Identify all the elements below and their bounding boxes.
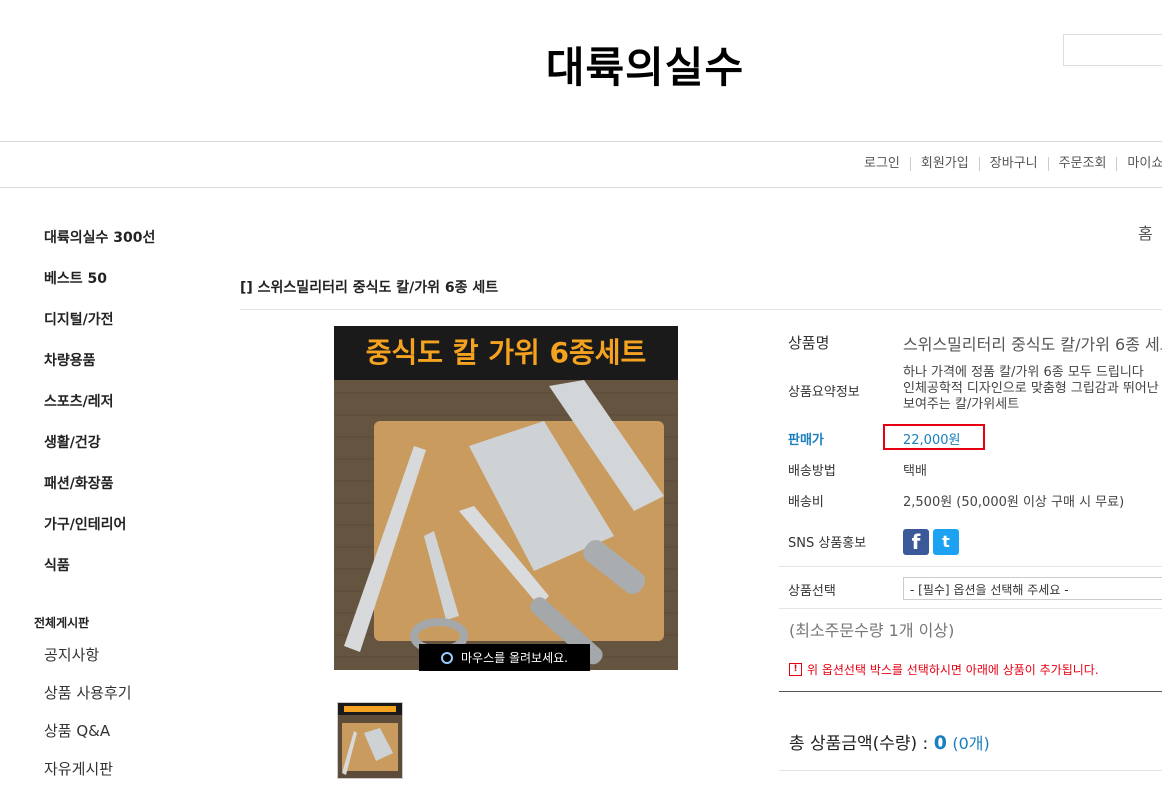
- label-price: 판매가: [788, 433, 824, 448]
- option-notice: ! 위 옵션선택 박스를 선택하시면 아래에 상품이 추가됩니다.: [789, 661, 1099, 678]
- product-name: 스위스밀리터리 중식도 칼/가위 6종 세트: [903, 335, 1162, 354]
- option-divider-bottom: [779, 608, 1162, 609]
- category-item[interactable]: 차량용품: [44, 350, 96, 370]
- nav-my-shopping[interactable]: 마이쇼핑: [1116, 157, 1162, 171]
- nav-join[interactable]: 회원가입: [909, 157, 979, 171]
- category-item[interactable]: 패션/화장품: [44, 473, 114, 493]
- knife-set-illustration: [334, 380, 678, 670]
- total-divider-top: [779, 691, 1162, 692]
- nav-divider: [0, 187, 1162, 188]
- category-item[interactable]: 대륙의실수 300선: [44, 227, 155, 247]
- nav-login[interactable]: 로그인: [854, 157, 910, 171]
- category-item[interactable]: 스포츠/레저: [44, 391, 114, 411]
- product-summary: 하나 가격에 정품 칼/가위 6종 모두 드립니다 인체공학적 디자인으로 맞춤…: [903, 365, 1159, 413]
- shipping-method: 택배: [903, 464, 927, 479]
- total-count: (0개): [952, 734, 990, 753]
- option-select[interactable]: - [필수] 옵션을 선택해 주세요 -: [903, 577, 1162, 600]
- label-shipping-method: 배송방법: [788, 464, 836, 479]
- sns-buttons: f t: [903, 529, 959, 555]
- zoom-tip-text: 마우스를 올려보세요.: [461, 651, 568, 665]
- top-nav: 로그인 회원가입 장바구니 주문조회 마이쇼핑: [854, 157, 1162, 171]
- total-label: 총 상품금액(수량) :: [789, 734, 929, 754]
- product-thumbnail[interactable]: [337, 702, 403, 779]
- nav-order-lookup[interactable]: 주문조회: [1047, 157, 1117, 171]
- category-item[interactable]: 베스트 50: [44, 268, 107, 288]
- site-logo[interactable]: 대륙의실수: [0, 34, 1162, 95]
- board-item[interactable]: 공지사항: [44, 644, 99, 665]
- label-option: 상품선택: [788, 584, 836, 599]
- top-nav-container: 로그인 회원가입 장바구니 주문조회 마이쇼핑: [850, 150, 1162, 180]
- label-summary: 상품요약정보: [788, 385, 860, 400]
- thumbnail-image: [338, 703, 402, 775]
- category-item[interactable]: 가구/인테리어: [44, 514, 126, 534]
- summary-line: 인체공학적 디자인으로 맞춤형 그립감과 뛰어난: [903, 381, 1159, 396]
- nav-cart[interactable]: 장바구니: [978, 157, 1048, 171]
- total-divider-bottom: [779, 770, 1162, 771]
- category-item[interactable]: 식품: [44, 555, 70, 575]
- label-shipping-fee: 배송비: [788, 495, 824, 510]
- exclamation-icon: !: [789, 663, 802, 676]
- facebook-icon[interactable]: f: [903, 529, 929, 555]
- board-item[interactable]: 상품 Q&A: [44, 720, 110, 741]
- board-section-title: 전체게시판: [34, 616, 90, 630]
- header-divider: [0, 141, 1162, 142]
- summary-line: 하나 가격에 정품 칼/가위 6종 모두 드립니다: [903, 365, 1144, 380]
- min-order-quantity: (최소주문수량 1개 이상): [789, 621, 955, 640]
- category-item[interactable]: 생활/건강: [44, 432, 101, 452]
- product-page-title: [] 스위스밀리터리 중식도 칼/가위 6종 세트: [240, 280, 499, 296]
- price-highlight-box: [883, 424, 985, 450]
- shipping-fee: 2,500원 (50,000원 이상 구매 시 무료): [903, 495, 1125, 510]
- board-item[interactable]: 상품 사용후기: [44, 682, 132, 703]
- search-input[interactable]: [1063, 34, 1162, 66]
- zoom-tip: 마우스를 올려보세요.: [419, 644, 590, 671]
- twitter-icon[interactable]: t: [933, 529, 959, 555]
- category-item[interactable]: 디지털/가전: [44, 309, 114, 329]
- label-product-name: 상품명: [788, 334, 830, 352]
- total-amount-row: 총 상품금액(수량) : 0 (0개): [789, 729, 990, 754]
- summary-line: 보여주는 칼/가위세트: [903, 397, 1020, 412]
- product-main-image[interactable]: 중식도 칼 가위 6종세트: [334, 326, 678, 670]
- notice-text: 위 옵션선택 박스를 선택하시면 아래에 상품이 추가됩니다.: [807, 663, 1099, 677]
- board-item[interactable]: 자유게시판: [44, 758, 113, 779]
- total-amount: 0: [933, 732, 947, 754]
- option-divider-top: [779, 566, 1162, 567]
- magnifier-icon: [441, 651, 453, 664]
- label-sns: SNS 상품홍보: [788, 536, 867, 551]
- breadcrumb-home[interactable]: 홈: [1138, 220, 1153, 244]
- title-divider: [240, 309, 1162, 310]
